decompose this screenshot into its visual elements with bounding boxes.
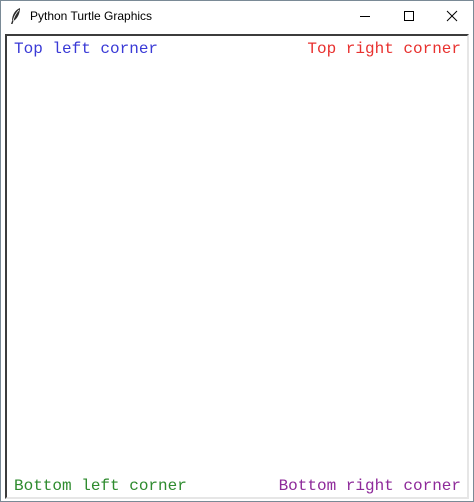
text-top-left: Top left corner (14, 40, 159, 58)
turtle-canvas[interactable]: Top left corner Top right corner Bottom … (5, 34, 469, 499)
text-bottom-right: Bottom right corner (278, 477, 461, 495)
minimize-icon (360, 16, 370, 17)
window-title: Python Turtle Graphics (30, 9, 153, 23)
close-button[interactable] (430, 1, 474, 31)
maximize-icon (404, 11, 414, 21)
title-bar[interactable]: Python Turtle Graphics (1, 1, 473, 32)
close-icon (446, 10, 458, 22)
feather-icon (9, 7, 23, 25)
text-top-right: Top right corner (307, 40, 461, 58)
text-bottom-left: Bottom left corner (14, 477, 187, 495)
turtle-window: Python Turtle Graphics Top left corner T… (0, 0, 474, 502)
minimize-button[interactable] (343, 1, 387, 31)
maximize-button[interactable] (387, 1, 431, 31)
